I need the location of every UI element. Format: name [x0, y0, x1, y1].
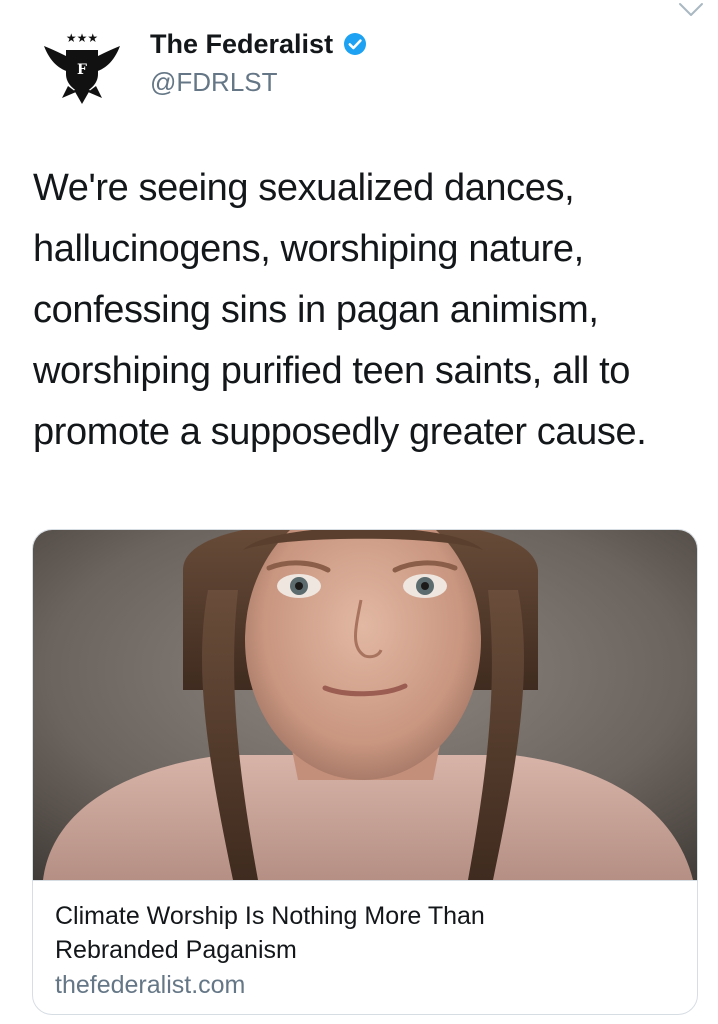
federalist-eagle-logo-icon: ★★★ F	[44, 31, 120, 104]
tweet-text-line: promote a supposedly greater cause.	[33, 411, 647, 453]
link-preview-body[interactable]: Climate Worship Is Nothing More Than Reb…	[33, 880, 697, 1014]
article-photo	[33, 530, 697, 880]
author-handle[interactable]: @FDRLST	[150, 66, 278, 98]
tweet-text-line: confessing sins in pagan animism,	[33, 289, 599, 331]
link-preview-card[interactable]: Climate Worship Is Nothing More Than Reb…	[32, 529, 698, 1015]
tweet-text-line: hallucinogens, worshiping nature,	[33, 228, 584, 270]
chevron-down-icon	[679, 3, 703, 16]
link-preview-title[interactable]: Climate Worship Is Nothing More Than Reb…	[55, 899, 675, 967]
avatar[interactable]: ★★★ F	[40, 28, 124, 104]
author-name-row[interactable]: The Federalist	[150, 28, 367, 60]
svg-text:F: F	[77, 62, 87, 78]
author-display-name[interactable]: The Federalist	[150, 28, 333, 60]
verified-badge-icon	[344, 33, 367, 55]
tweet-text-line: worshiping purified teen saints, all to	[33, 350, 630, 392]
svg-text:★★★: ★★★	[66, 31, 98, 45]
link-preview-title-line: Climate Worship Is Nothing More Than	[55, 902, 485, 930]
more-options-button[interactable]	[676, 0, 706, 20]
tweet: ★★★ F The Federalist @FDRLST We're seein…	[0, 0, 718, 1024]
link-preview-title-line: Rebranded Paganism	[55, 936, 297, 964]
link-preview-domain: thefederalist.com	[55, 971, 246, 999]
tweet-text-line: We're seeing sexualized dances,	[33, 167, 575, 209]
tweet-text: We're seeing sexualized dances, hallucin…	[33, 158, 693, 463]
